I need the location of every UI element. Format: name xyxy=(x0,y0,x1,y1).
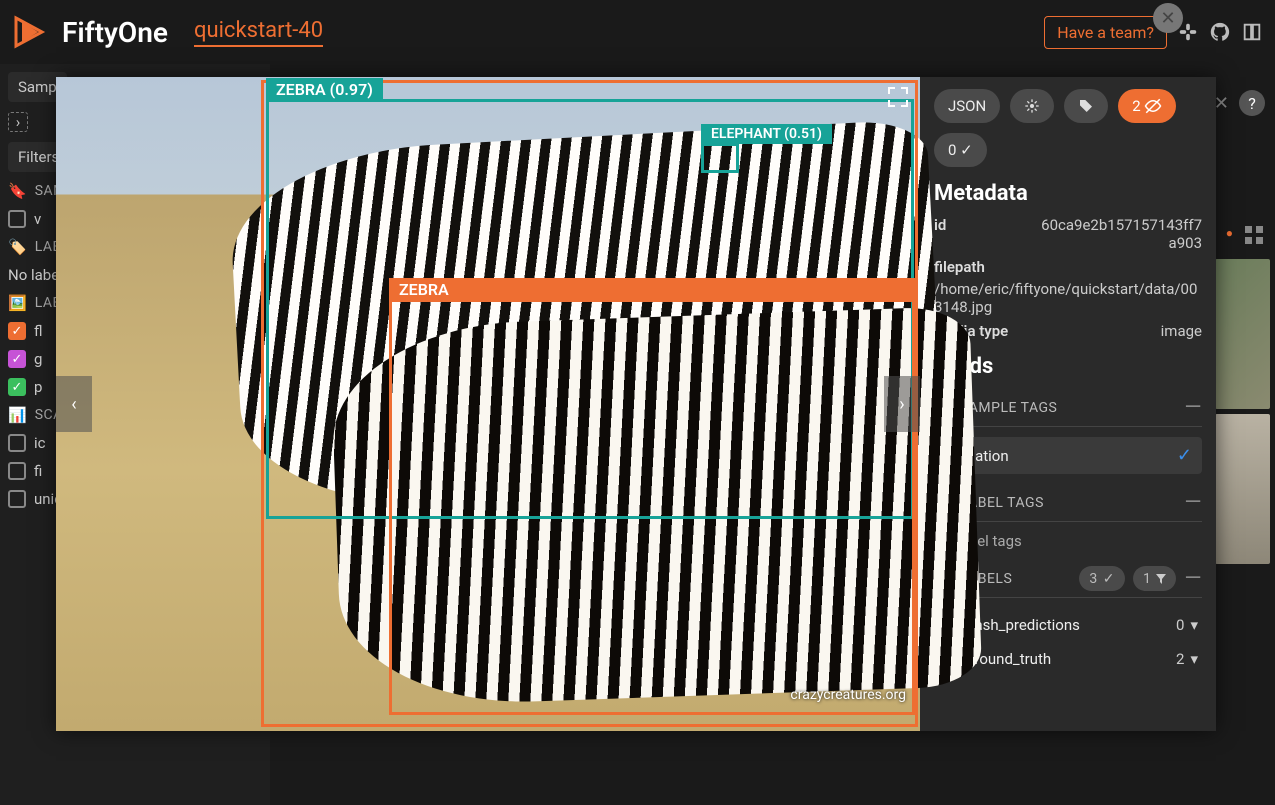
meta-val-filepath: /home/eric/fiftyone/quickstart/data/0031… xyxy=(934,280,1202,316)
watermark: crazycreatures.org xyxy=(790,687,906,703)
bbox-elephant[interactable]: ELEPHANT (0.51) xyxy=(701,143,739,173)
bbox-label: ELEPHANT (0.51) xyxy=(701,124,832,144)
label-count: 0 xyxy=(1176,616,1184,634)
bbox-label: ZEBRA (0.97) xyxy=(266,78,383,101)
fields-heading: Fields xyxy=(934,354,1202,379)
chevron-right-icon[interactable]: › xyxy=(8,112,28,132)
checkbox-green[interactable]: ✓ xyxy=(8,378,26,396)
next-button[interactable]: › xyxy=(884,376,920,432)
hidden-count: 2 xyxy=(1132,97,1140,115)
sample-modal: ZEBRA (0.97) ELEPHANT (0.51) ZEBRA crazy… xyxy=(56,77,1216,731)
collapse-icon[interactable]: — xyxy=(1184,490,1202,515)
settings-button[interactable] xyxy=(1010,89,1054,123)
collapse-icon[interactable]: — xyxy=(1184,566,1202,591)
hidden-labels-pill[interactable]: 2 xyxy=(1118,89,1176,123)
fullscreen-icon[interactable] xyxy=(886,85,910,109)
image-icon: 🖼️ xyxy=(8,294,27,312)
checkbox[interactable] xyxy=(8,210,26,228)
close-icon[interactable]: ✕ xyxy=(1153,3,1183,33)
meta-key-filepath: filepath xyxy=(934,258,985,276)
label-name: flash_predictions xyxy=(966,616,1080,634)
section-sample-tags: SAMPLE TAGS xyxy=(960,400,1057,416)
no-label-tags-text: No labe xyxy=(8,266,59,284)
label-item[interactable]: fl xyxy=(34,322,43,340)
logo-icon xyxy=(12,14,48,50)
checkbox-label: v xyxy=(34,210,41,228)
collapse-icon[interactable]: — xyxy=(1184,395,1202,420)
checkbox[interactable] xyxy=(8,462,26,480)
tag-icon: 🏷️ xyxy=(8,238,27,256)
github-icon[interactable] xyxy=(1209,21,1231,43)
selected-labels-pill[interactable]: 0 ✓ xyxy=(934,133,987,167)
metadata-heading: Metadata xyxy=(934,181,1202,206)
labels-filter-badge[interactable]: 1 xyxy=(1133,566,1176,591)
label-count: 2 xyxy=(1176,650,1184,668)
app-header: FiftyOne quickstart-40 Have a team? xyxy=(0,0,1275,64)
approve-count: 0 xyxy=(948,141,956,159)
tag-button[interactable] xyxy=(1064,89,1108,123)
scalar-item[interactable]: ic xyxy=(34,434,46,452)
json-button[interactable]: JSON xyxy=(934,89,1000,123)
prev-button[interactable]: ‹ xyxy=(56,376,92,432)
labels-check-badge[interactable]: 3 ✓ xyxy=(1079,566,1125,591)
scalar-item[interactable]: fi xyxy=(34,462,42,480)
label-item[interactable]: p xyxy=(34,378,42,396)
chart-icon: 📊 xyxy=(8,406,27,424)
checkbox-orange[interactable]: ✓ xyxy=(8,322,26,340)
chevron-down-icon[interactable]: ▾ xyxy=(1190,650,1198,668)
checkbox[interactable] xyxy=(8,490,26,508)
bookmark-icon: 🔖 xyxy=(8,182,27,200)
meta-val-media: image xyxy=(1161,322,1202,340)
checkbox[interactable] xyxy=(8,434,26,452)
bbox-zebra-orange[interactable]: ZEBRA xyxy=(389,299,915,715)
check-icon: ✓ xyxy=(960,141,973,159)
chevron-down-icon[interactable]: ▾ xyxy=(1190,616,1198,634)
checkbox-purple[interactable]: ✓ xyxy=(8,350,26,368)
meta-val-id: 60ca9e2b157157143ff7a903 xyxy=(1037,216,1202,252)
meta-key-id: id xyxy=(934,216,946,252)
image-viewer[interactable]: ZEBRA (0.97) ELEPHANT (0.51) ZEBRA crazy… xyxy=(56,77,920,731)
have-team-button[interactable]: Have a team? xyxy=(1044,16,1167,49)
bbox-label: ZEBRA xyxy=(389,278,915,301)
docs-icon[interactable] xyxy=(1241,21,1263,43)
brand-name: FiftyOne xyxy=(62,16,168,49)
dataset-selector[interactable]: quickstart-40 xyxy=(194,18,323,47)
check-icon: ✓ xyxy=(1177,445,1192,466)
label-item[interactable]: g xyxy=(34,350,42,368)
